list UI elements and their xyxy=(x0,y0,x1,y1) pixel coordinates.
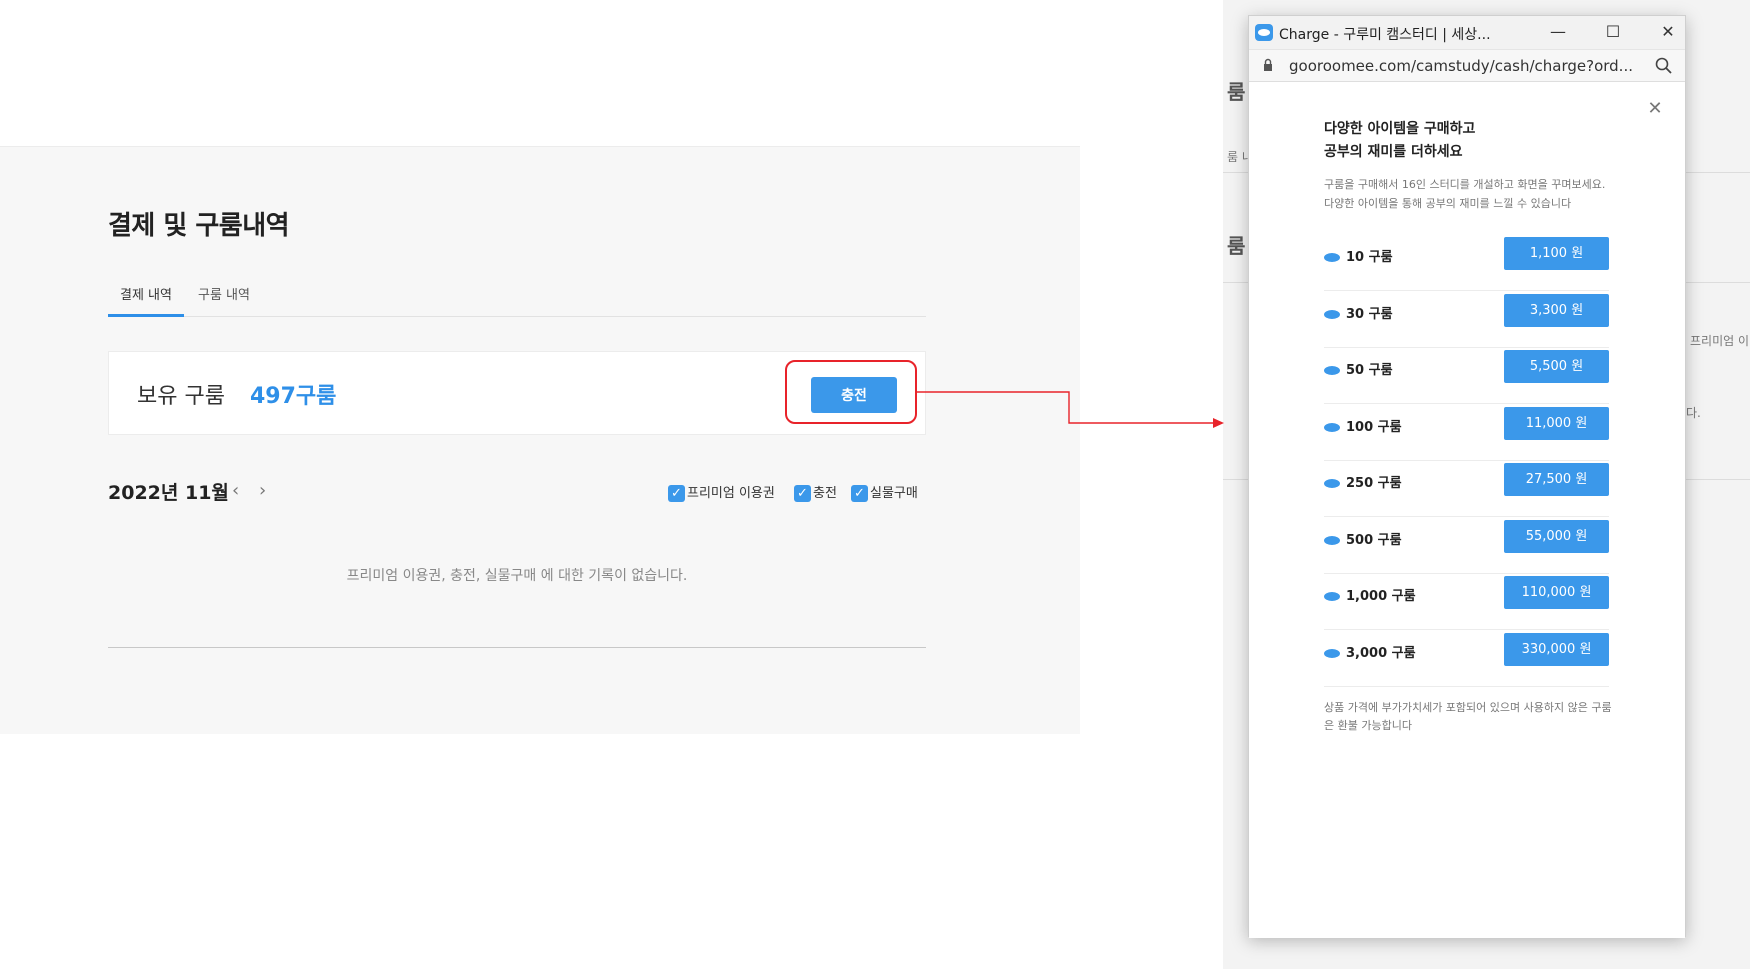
gurum-cloud-icon xyxy=(1324,592,1340,601)
minimize-button[interactable]: — xyxy=(1543,20,1573,44)
tab-payment-history[interactable]: 결제 내역 xyxy=(108,285,184,317)
screenshot-stage: 결제 및 구룸내역 결제 내역 구룸 내역 보유 구룸 497구룸 충전 202… xyxy=(0,0,1750,969)
charge-popup-window: Charge - 구루미 캠스터디 | 세상... — ☐ ✕ gooroome… xyxy=(1248,15,1686,938)
tab-gurum-history[interactable]: 구룸 내역 xyxy=(186,285,262,317)
price-button[interactable]: 55,000 원 xyxy=(1504,519,1609,553)
filter-label: 충전 xyxy=(813,486,837,501)
item-row: 50 구룸 5,500 원 xyxy=(1324,347,1609,404)
window-titlebar: Charge - 구루미 캠스터디 | 세상... — ☐ ✕ xyxy=(1249,16,1685,50)
filter-label: 실물구매 xyxy=(870,486,918,501)
price-button[interactable]: 3,300 원 xyxy=(1504,293,1609,327)
item-label: 10 구룸 xyxy=(1346,250,1393,265)
chevron-left-icon[interactable]: ‹ xyxy=(232,480,239,501)
filter-charge[interactable]: ✓ 충전 xyxy=(794,482,837,502)
window-title: Charge - 구루미 캠스터디 | 세상... xyxy=(1279,27,1491,43)
item-row: 250 구룸 27,500 원 xyxy=(1324,460,1609,517)
item-label: 50 구룸 xyxy=(1346,363,1393,378)
item-label: 3,000 구룸 xyxy=(1346,645,1416,661)
history-tabs: 결제 내역 구룸 내역 xyxy=(108,285,926,317)
filter-premium-pass[interactable]: ✓ 프리미엄 이용권 xyxy=(668,482,775,502)
headline-line: 공부의 재미를 더하세요 xyxy=(1324,144,1463,160)
gurum-cloud-icon xyxy=(1324,253,1340,262)
url-text[interactable]: gooroomee.com/camstudy/cash/charge?ord..… xyxy=(1289,57,1633,75)
charge-popup-content: ✕ 다양한 아이템을 구매하고 공부의 재미를 더하세요 구룸을 구매해서 16… xyxy=(1249,82,1685,938)
checkbox-checked-icon[interactable]: ✓ xyxy=(794,485,811,502)
background-fragment: 프리미엄 이 xyxy=(1690,334,1750,348)
item-row: 3,000 구룸 330,000 원 xyxy=(1324,630,1609,687)
lock-icon xyxy=(1264,58,1272,71)
item-row: 10 구룸 1,100 원 xyxy=(1324,234,1609,291)
empty-state-message: 프리미엄 이용권, 충전, 실물구매 에 대한 기록이 없습니다. xyxy=(346,568,688,584)
maximize-button[interactable]: ☐ xyxy=(1598,20,1628,44)
item-label: 1,000 구룸 xyxy=(1346,589,1416,604)
gurum-cloud-icon xyxy=(1324,422,1340,432)
month-label: 2022년 11월 xyxy=(108,482,229,504)
price-button[interactable]: 1,100 원 xyxy=(1504,237,1609,270)
popup-description: 구룸을 구매해서 16인 스터디를 개설하고 화면을 꾸며보세요. 다양한 아이… xyxy=(1324,178,1606,210)
background-fragment: 룸 xyxy=(1227,234,1246,258)
gurum-cloud-icon xyxy=(1324,535,1340,545)
filter-physical-purchase[interactable]: ✓ 실물구매 xyxy=(851,482,918,502)
filter-label: 프리미엄 이용권 xyxy=(687,486,775,501)
gurum-cloud-icon xyxy=(1324,479,1340,488)
item-row: 500 구룸 55,000 원 xyxy=(1324,517,1609,574)
price-button[interactable]: 27,500 원 xyxy=(1504,463,1609,496)
background-fragment: 다. xyxy=(1686,406,1701,420)
page-title: 결제 및 구룸내역 xyxy=(108,211,290,241)
headline-line: 다양한 아이템을 구매하고 xyxy=(1324,121,1476,137)
item-row: 100 구룸 11,000 원 xyxy=(1324,404,1609,461)
price-button[interactable]: 330,000 원 xyxy=(1504,632,1609,666)
address-bar: gooroomee.com/camstudy/cash/charge?ord..… xyxy=(1249,50,1685,82)
divider xyxy=(108,647,926,648)
gooroomee-app-icon xyxy=(1255,24,1273,41)
close-window-button[interactable]: ✕ xyxy=(1653,20,1683,44)
price-button[interactable]: 11,000 원 xyxy=(1504,406,1609,440)
item-label: 250 구룸 xyxy=(1346,476,1402,491)
item-row: 30 구룸 3,300 원 xyxy=(1324,291,1609,348)
balance-value: 497구룸 xyxy=(250,384,337,409)
background-fragment: 룸 xyxy=(1227,80,1246,104)
close-icon[interactable]: ✕ xyxy=(1644,98,1666,120)
refund-notice: 상품 가격에 부가가치세가 포함되어 있으며 사용하지 않은 구룸은 환불 가능… xyxy=(1324,701,1612,732)
checkbox-checked-icon[interactable]: ✓ xyxy=(851,485,868,502)
checkbox-checked-icon[interactable]: ✓ xyxy=(668,485,685,502)
search-icon[interactable] xyxy=(1654,56,1674,76)
item-label: 30 구룸 xyxy=(1346,306,1393,322)
price-button[interactable]: 5,500 원 xyxy=(1504,350,1609,383)
price-button[interactable]: 110,000 원 xyxy=(1504,576,1609,609)
popup-headline: 다양한 아이템을 구매하고 공부의 재미를 더하세요 xyxy=(1324,118,1475,164)
item-label: 500 구룸 xyxy=(1346,532,1402,548)
gurum-cloud-icon xyxy=(1324,309,1340,319)
payment-history-page: 결제 및 구룸내역 결제 내역 구룸 내역 보유 구룸 497구룸 충전 202… xyxy=(0,146,1080,734)
chevron-right-icon[interactable]: › xyxy=(259,480,266,501)
gurum-cloud-icon xyxy=(1324,648,1340,658)
item-row: 1,000 구룸 110,000 원 xyxy=(1324,573,1609,630)
balance-label: 보유 구룸 xyxy=(137,384,225,409)
item-label: 100 구룸 xyxy=(1346,419,1402,435)
gurum-cloud-icon xyxy=(1324,366,1340,375)
charge-button-highlight xyxy=(785,360,917,424)
